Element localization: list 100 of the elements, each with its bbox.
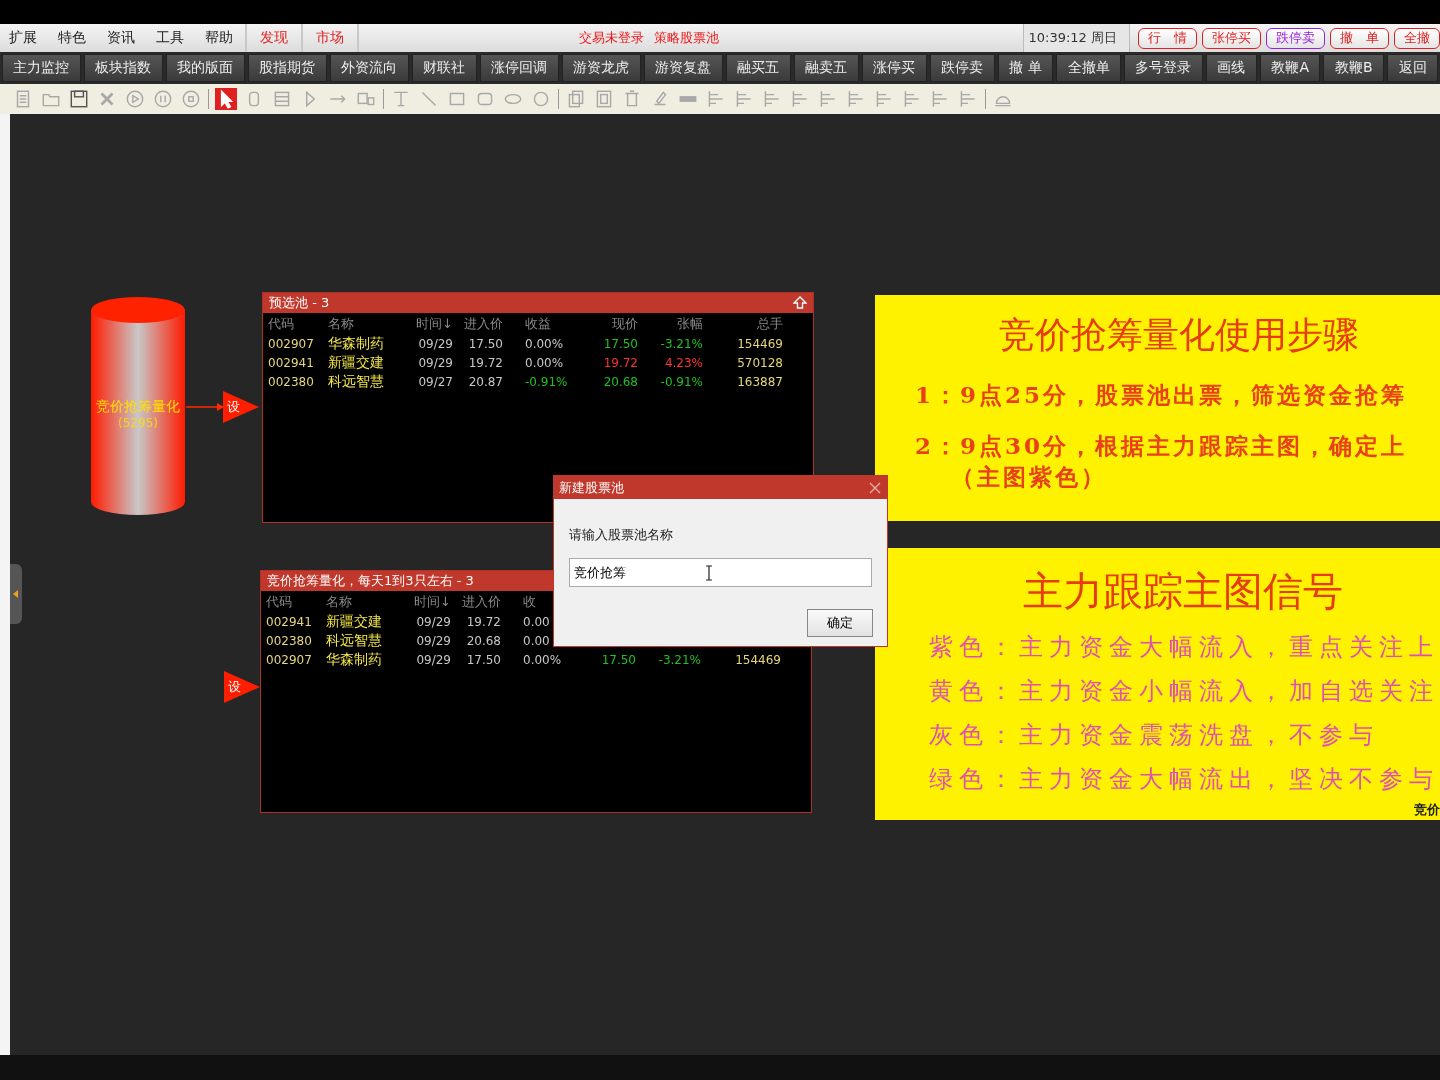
function-button[interactable]: 涨停买 bbox=[861, 54, 927, 82]
function-button[interactable]: 融买五 bbox=[725, 54, 791, 82]
menu-item[interactable]: 特色 bbox=[49, 29, 98, 47]
column-header[interactable]: 进入价 bbox=[453, 314, 503, 333]
function-button[interactable]: 外资流向 bbox=[329, 54, 409, 82]
source-count: (5295) bbox=[118, 416, 158, 430]
column-header[interactable]: 时间↓ bbox=[406, 592, 451, 611]
pause-icon[interactable] bbox=[152, 88, 174, 110]
table-cell-text: 163887 bbox=[736, 374, 783, 389]
table-cell-text: 570128 bbox=[736, 355, 783, 370]
footer-text: 竞价 bbox=[1414, 801, 1440, 819]
close-icon[interactable] bbox=[869, 481, 881, 494]
function-button[interactable]: 主力监控 bbox=[2, 54, 81, 82]
panel-title: 竞价抢筹量化，每天1到3只左右 - 3 bbox=[267, 572, 474, 590]
table-cell-text: 19.72 bbox=[465, 614, 501, 629]
table-cell-text: 0.00 bbox=[522, 614, 551, 629]
menu-item[interactable]: 扩展 bbox=[0, 29, 49, 47]
text-cursor-icon bbox=[705, 565, 713, 581]
function-button[interactable]: 游资复盘 bbox=[643, 54, 723, 82]
stock-code: 002907 bbox=[268, 336, 315, 351]
table-cell-text: -3.21% bbox=[657, 652, 701, 667]
settings-marker[interactable]: 设 bbox=[223, 391, 259, 423]
menu-item[interactable]: 资讯 bbox=[98, 29, 147, 47]
function-button[interactable]: 我的版面 bbox=[165, 54, 245, 82]
stock-name: 华森制药 bbox=[328, 334, 385, 353]
function-button[interactable]: 财联社 bbox=[411, 54, 477, 82]
up-arrow-icon[interactable] bbox=[793, 296, 807, 310]
trade-button[interactable]: 行 情 bbox=[1138, 27, 1197, 49]
prompt-text: 请输入股票池名称 bbox=[569, 526, 674, 544]
table-cell-text: 0.00% bbox=[524, 336, 565, 351]
table-cell-text: 09/29 bbox=[417, 336, 453, 351]
stock-name: 华森制药 bbox=[326, 650, 383, 669]
menu-item[interactable]: 工具 bbox=[147, 29, 196, 47]
table-cell-text: 20.68 bbox=[465, 633, 501, 648]
stock-code: 002941 bbox=[268, 355, 315, 370]
signal-text: 灰色：主力资金震荡洗盘，不参与 bbox=[929, 720, 1380, 751]
table-cell-text: 154469 bbox=[734, 652, 781, 667]
function-button[interactable]: 融卖五 bbox=[793, 54, 859, 82]
function-button[interactable]: 板块指数 bbox=[83, 54, 163, 82]
function-button[interactable]: 全撤单 bbox=[1056, 54, 1121, 82]
column-header[interactable]: 现价 bbox=[573, 314, 638, 333]
play-icon[interactable] bbox=[124, 88, 146, 110]
table-cell-text: 20.68 bbox=[602, 374, 638, 389]
login-status: 交易未登录 bbox=[579, 29, 644, 47]
table-cell-text: 09/29 bbox=[415, 633, 451, 648]
table-cell-text: 17.50 bbox=[602, 336, 638, 351]
trade-button[interactable]: 张停买 bbox=[1202, 27, 1261, 49]
pointer-icon[interactable] bbox=[215, 88, 237, 110]
confirm-button[interactable]: 确定 bbox=[807, 609, 873, 637]
function-button[interactable]: 撤 单 bbox=[997, 54, 1053, 82]
table-cell-text: -0.91% bbox=[659, 374, 703, 389]
cylinder-drawing[interactable] bbox=[90, 296, 186, 516]
page-title: 策略股票池 bbox=[654, 29, 719, 47]
table-cell-text: -0.91% bbox=[524, 374, 569, 389]
step-text: 2：9点30分，根据主力跟踪主图，确定上 bbox=[915, 431, 1408, 461]
function-button[interactable]: 多号登录 bbox=[1124, 54, 1203, 82]
stock-name: 新疆交建 bbox=[326, 612, 383, 631]
column-header[interactable]: 收益 bbox=[503, 314, 573, 333]
function-button[interactable]: 跌停卖 bbox=[929, 54, 995, 82]
table-cell-text: 0.00% bbox=[522, 652, 563, 667]
stock-name: 科远智慧 bbox=[328, 372, 385, 391]
source-label: 竞价抢筹量化 bbox=[96, 398, 180, 416]
signal-text: 黄色：主力资金小幅流入，加自选关注 bbox=[929, 676, 1440, 707]
table-cell-text: 154469 bbox=[736, 336, 783, 351]
table-cell-text: 09/29 bbox=[415, 614, 451, 629]
table-cell-text: 17.50 bbox=[467, 336, 503, 351]
stock-code: 002380 bbox=[268, 374, 315, 389]
save-icon[interactable] bbox=[68, 88, 90, 110]
column-header[interactable]: 名称 bbox=[328, 314, 408, 333]
column-header[interactable]: 代码 bbox=[266, 592, 326, 611]
stock-name: 新疆交建 bbox=[328, 353, 385, 372]
table-cell-text: 09/29 bbox=[415, 652, 451, 667]
function-button[interactable]: 股指期货 bbox=[247, 54, 327, 82]
table-cell-text: 19.72 bbox=[467, 355, 503, 370]
column-header[interactable]: 总手 bbox=[703, 314, 783, 333]
collapse-handle[interactable] bbox=[10, 564, 22, 624]
column-header[interactable]: 名称 bbox=[326, 592, 406, 611]
table-cell-text: 0.00 bbox=[522, 633, 551, 648]
step-text: 1：9点25分，股票池出票，筛选资金抢筹 bbox=[915, 380, 1408, 410]
function-button[interactable]: 教鞭A bbox=[1259, 54, 1321, 82]
function-button[interactable]: 画线 bbox=[1205, 54, 1257, 82]
function-button[interactable]: 涨停回调 bbox=[479, 54, 559, 82]
name-input-field[interactable]: 竞价抢筹 bbox=[569, 558, 872, 587]
function-button[interactable]: 教鞭B bbox=[1323, 54, 1385, 82]
stop-icon[interactable] bbox=[180, 88, 202, 110]
note-title: 竞价抢筹量化使用步骤 bbox=[999, 313, 1360, 357]
settings-marker[interactable]: 设 bbox=[224, 671, 260, 703]
trade-button[interactable]: 撤 单 bbox=[1330, 27, 1389, 49]
function-button[interactable]: 返回 bbox=[1387, 54, 1438, 82]
menu-item[interactable]: 帮助 bbox=[196, 29, 245, 47]
signal-text: 紫色：主力资金大幅流入，重点关注上 bbox=[929, 632, 1440, 663]
column-header[interactable]: 时间↓ bbox=[408, 314, 453, 333]
column-header[interactable]: 张幅 bbox=[638, 314, 703, 333]
trade-button[interactable]: 全撤 bbox=[1394, 27, 1440, 49]
table-cell-text: 09/29 bbox=[417, 355, 453, 370]
function-button[interactable]: 游资龙虎 bbox=[561, 54, 641, 82]
trade-button[interactable]: 跌停卖 bbox=[1266, 27, 1325, 49]
column-header[interactable]: 代码 bbox=[268, 314, 328, 333]
column-header[interactable]: 进入价 bbox=[451, 592, 501, 611]
table-cell-text: 0.00% bbox=[524, 355, 565, 370]
